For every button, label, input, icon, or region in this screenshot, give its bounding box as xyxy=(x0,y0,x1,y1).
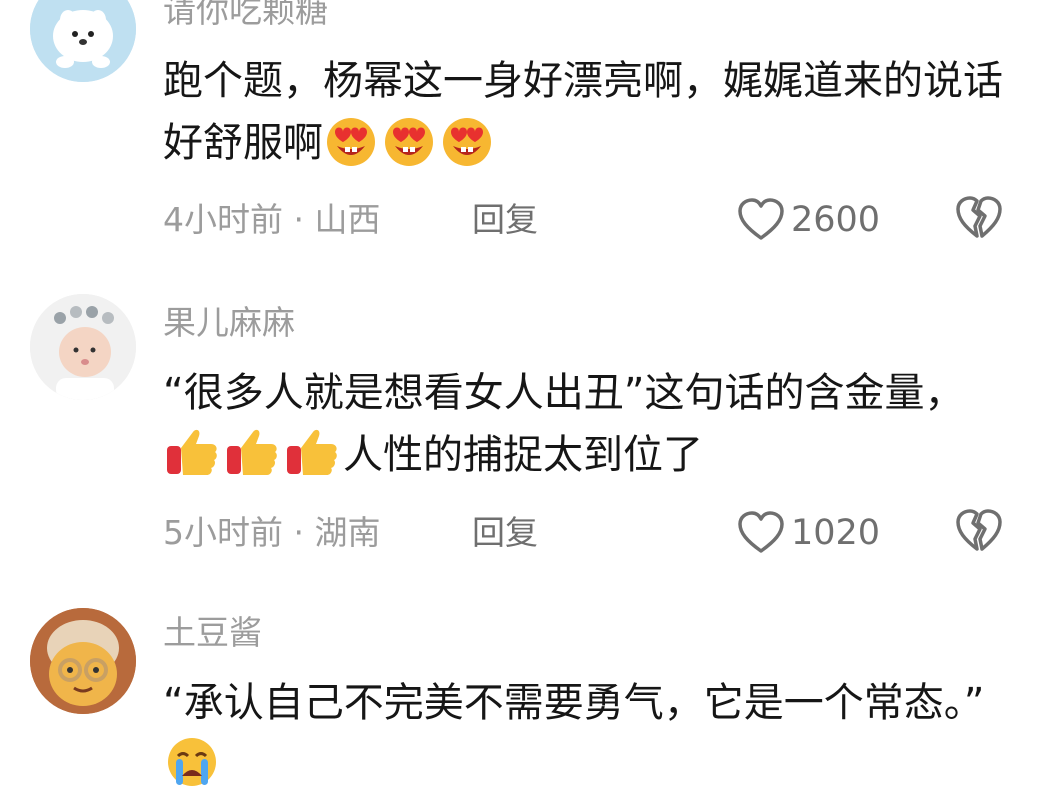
comment-text: “很多人就是想看女人出丑”这句话的含金量， 人性的捕捉太到位了 xyxy=(163,362,1003,496)
comment-time: 5小时前 xyxy=(163,513,283,552)
like-button[interactable]: 2600 xyxy=(737,196,880,244)
thumbs-up-emoji-icon xyxy=(223,424,281,496)
comment-text-content: 跑个题，杨幂这一身好漂亮啊，娓娓道来的说话好舒服啊 xyxy=(163,58,1003,166)
comment-location: 山西 xyxy=(314,200,381,239)
comment-item: 果儿麻麻 “很多人就是想看女人出丑”这句话的含金量， 人性的捕捉太到位了 5小时… xyxy=(0,290,1052,600)
username[interactable]: 果儿麻麻 xyxy=(163,306,295,339)
comment-meta: 5小时前 · 湖南 xyxy=(163,516,381,549)
comment-text: 跑个题，杨幂这一身好漂亮啊，娓娓道来的说话好舒服啊 xyxy=(163,50,1003,184)
reply-button[interactable]: 回复 xyxy=(472,516,538,549)
thumbs-up-emoji-icon xyxy=(163,424,221,496)
like-count: 2600 xyxy=(791,200,881,240)
broken-heart-icon xyxy=(956,196,1002,238)
comment-text: “承认自己不完美不需要勇气，它是一个常态。” xyxy=(163,672,1003,806)
meta-separator: · xyxy=(293,200,305,239)
like-button[interactable]: 1020 xyxy=(737,509,880,557)
avatar-baby-icon xyxy=(30,294,136,400)
crying-face-emoji-icon xyxy=(163,734,221,806)
dislike-button[interactable] xyxy=(955,509,1003,557)
heart-icon xyxy=(738,198,784,240)
comment-text-content: “承认自己不完美不需要勇气，它是一个常态。” xyxy=(163,680,985,726)
avatar[interactable] xyxy=(30,294,136,400)
heart-icon xyxy=(738,511,784,553)
comment-item: 请你吃颗糖 跑个题，杨幂这一身好漂亮啊，娓娓道来的说话好舒服啊 4小时前 · 山… xyxy=(0,0,1052,290)
comment-time: 4小时前 xyxy=(163,200,283,239)
heart-eyes-emoji-icon xyxy=(439,114,495,184)
heart-eyes-emoji-icon xyxy=(323,114,379,184)
broken-heart-icon xyxy=(956,509,1002,551)
comment-text-content: “很多人就是想看女人出丑”这句话的含金量， xyxy=(163,370,965,416)
avatar[interactable] xyxy=(30,0,136,82)
heart-eyes-emoji-icon xyxy=(381,114,437,184)
comment-text-content: 人性的捕捉太到位了 xyxy=(343,432,703,478)
comment-item: 土豆酱 “承认自己不完美不需要勇气，它是一个常态。” xyxy=(0,600,1052,800)
like-count: 1020 xyxy=(791,513,881,553)
thumbs-up-emoji-icon xyxy=(283,424,341,496)
avatar[interactable] xyxy=(30,608,136,714)
dislike-button[interactable] xyxy=(955,196,1003,244)
username[interactable]: 土豆酱 xyxy=(163,616,262,649)
meta-separator: · xyxy=(293,513,305,552)
avatar-dog-icon xyxy=(30,0,136,82)
reply-button[interactable]: 回复 xyxy=(472,203,538,236)
comment-location: 湖南 xyxy=(314,513,381,552)
comment-meta: 4小时前 · 山西 xyxy=(163,203,381,236)
username[interactable]: 请你吃颗糖 xyxy=(163,0,328,27)
avatar-doll-icon xyxy=(30,608,136,714)
